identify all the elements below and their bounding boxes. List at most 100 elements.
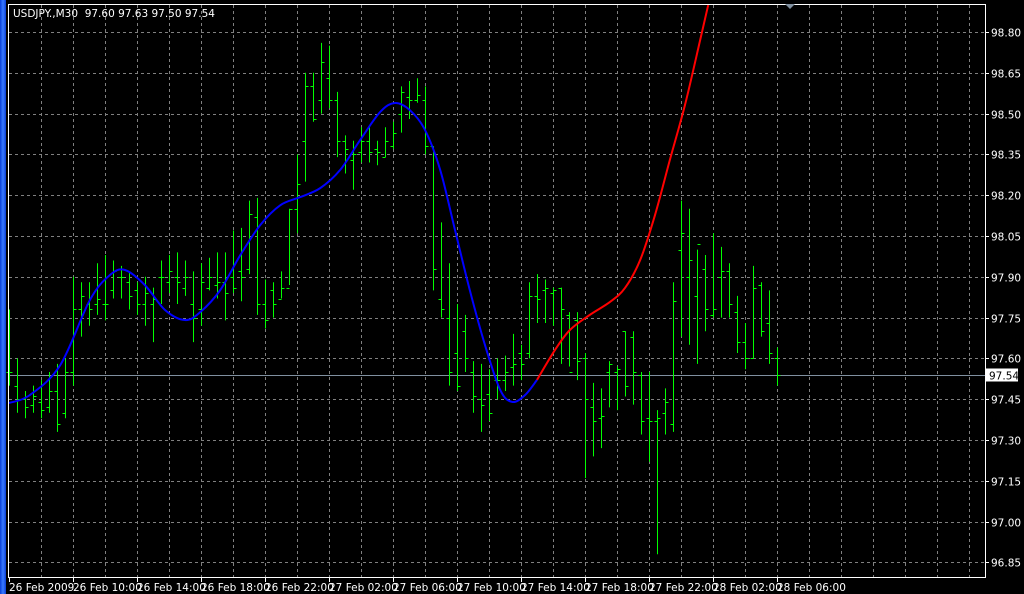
y-tick-label: 97.45: [991, 395, 1021, 407]
ohlc-bar: [558, 287, 565, 364]
y-tick-label: 97.90: [991, 273, 1021, 285]
ohlc-bar: [382, 127, 389, 158]
ohlc-bar: [678, 200, 685, 337]
ohlc-bar: [462, 314, 469, 372]
ohlc-bar: [390, 121, 397, 149]
curves: [8, 4, 710, 404]
ohlc-bar: [318, 42, 325, 114]
ohlc-bar: [102, 255, 109, 321]
ohlc-bar: [774, 347, 781, 386]
ohlc-bar: [630, 331, 637, 405]
ohlc-bar: [134, 282, 141, 315]
ohlc-bar: [598, 388, 605, 449]
price-axis: 98.80 98.65 98.50 98.35 98.20 98.05 97.90 97.75…: [985, 28, 1021, 570]
ohlc-bar: [734, 295, 741, 353]
ohlc-bar: [334, 91, 341, 158]
x-tick-label: 26 Feb 10:00: [73, 582, 142, 594]
y-tick-label: 98.65: [991, 69, 1021, 81]
chart-title: USDJPY.,M30 97.60 97.63 97.50 97.54: [13, 8, 215, 20]
x-tick-label: 27 Feb 18:00: [585, 582, 654, 594]
x-tick-label: 26 Feb 14:00: [137, 582, 206, 594]
ohlc-bar: [262, 279, 269, 329]
y-tick-label: 97.00: [991, 518, 1021, 530]
ohlc-bar: [478, 363, 485, 432]
ohlc-bar: [190, 271, 197, 343]
ohlc-bar: [758, 282, 765, 337]
x-tick-label: 26 Feb 2009: [9, 582, 74, 594]
y-tick-label: 98.35: [991, 150, 1021, 162]
ohlc-bar: [654, 410, 661, 555]
ohlc-bar: [518, 344, 525, 381]
ohlc-bar: [726, 263, 733, 318]
price-chart[interactable]: 98.80 98.65 98.50 98.35 98.20 98.05 97.90 97.75…: [0, 0, 1024, 594]
ohlc-bar: [590, 382, 597, 457]
ohlc-bar: [22, 391, 29, 419]
ohlc-bar: [662, 388, 669, 435]
ohlc-bar: [286, 208, 293, 289]
ohlc-bar: [174, 252, 181, 304]
ohlc-bar: [446, 263, 453, 386]
ohlc-bar: [158, 260, 165, 304]
ohlc-bar: [670, 282, 677, 432]
ohlc-bar: [254, 197, 261, 315]
ohlc-bar: [414, 78, 421, 103]
ohlc-bar: [118, 265, 125, 299]
ohlc-bar: [582, 352, 589, 479]
ohlc-bar: [110, 260, 117, 299]
ohlc-bar: [366, 127, 373, 163]
ohlc-bar: [54, 363, 61, 432]
ohlc-bar: [398, 86, 405, 133]
ohlc-bar: [238, 227, 245, 302]
ohlc-bar: [710, 233, 717, 318]
y-tick-label: 98.05: [991, 232, 1021, 244]
ohlc-bar: [646, 372, 653, 462]
ohlc-bar: [566, 312, 573, 373]
grid: [9, 5, 985, 577]
y-tick-label: 97.15: [991, 477, 1021, 489]
x-tick-label: 27 Feb 14:00: [521, 582, 590, 594]
ohlc-bar: [750, 265, 757, 359]
x-tick-label: 27 Feb 22:00: [649, 582, 718, 594]
ohlc-bar: [294, 154, 301, 234]
chart-shift-marker-icon[interactable]: [785, 4, 795, 9]
ohlc-bar: [406, 80, 413, 120]
ohlc-bar: [470, 361, 477, 413]
ohlc-bar: [510, 333, 517, 386]
ohlc-bar: [78, 282, 85, 337]
y-tick-label: 97.75: [991, 314, 1021, 326]
ohlc-bar: [422, 86, 429, 155]
ohlc-bar: [358, 127, 365, 163]
ohlc-bar: [542, 279, 549, 324]
ohlc-bar: [622, 331, 629, 397]
ohlc-bar: [686, 208, 693, 345]
forecast-curve-line: [536, 4, 710, 381]
ohlc-bar: [742, 323, 749, 370]
x-tick-label: 27 Feb 06:00: [393, 582, 462, 594]
ohlc-bar: [486, 369, 493, 421]
y-tick-label: 98.50: [991, 110, 1021, 122]
ohlc-bar: [550, 287, 557, 326]
ohlc-bar: [166, 255, 173, 294]
x-tick-label: 26 Feb 22:00: [265, 582, 334, 594]
y-tick-label: 97.60: [991, 354, 1021, 366]
y-tick-label: 98.20: [991, 191, 1021, 203]
ohlc-bar: [614, 366, 621, 411]
y-tick-label: 96.85: [991, 558, 1021, 570]
ohlc-bar: [502, 355, 509, 392]
ohlc-bar: [374, 140, 381, 166]
ohlc-bar: [302, 72, 309, 182]
x-tick-label: 28 Feb 02:00: [713, 582, 782, 594]
ohlc-bar: [198, 263, 205, 326]
ohlc-bar: [454, 304, 461, 392]
ohlc-bar: [702, 255, 709, 332]
ohlc-bar: [62, 358, 69, 419]
ohlc-bar: [694, 244, 701, 364]
ohlc-bar: [270, 282, 277, 318]
ohlc-bar: [14, 358, 21, 413]
x-tick-label: 26 Feb 18:00: [201, 582, 270, 594]
x-tick-label: 28 Feb 06:00: [777, 582, 846, 594]
x-tick-label: 27 Feb 10:00: [457, 582, 526, 594]
y-tick-label: 97.30: [991, 436, 1021, 448]
ohlc-bar: [430, 146, 437, 291]
time-axis: 26 Feb 200926 Feb 10:0026 Feb 14:0026 Fe…: [9, 577, 846, 594]
